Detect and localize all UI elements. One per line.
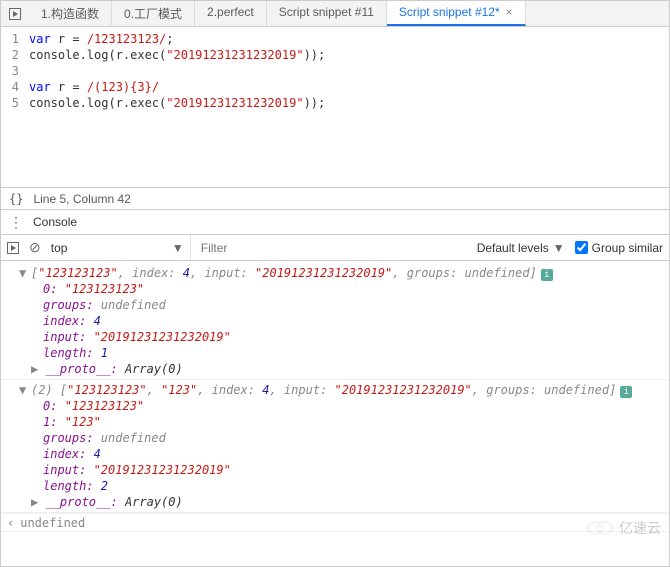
console-drawer-header: ⋮ Console (1, 209, 669, 235)
expand-arrow-icon[interactable]: ▼ (19, 265, 26, 281)
console-object-summary[interactable]: ▼["123123123", index: 4, input: "2019123… (21, 265, 669, 281)
group-similar-label: Group similar (592, 241, 663, 255)
proto-row[interactable]: ▶ __proto__: Array(0) (21, 361, 669, 377)
pretty-print-button[interactable]: {} (9, 192, 23, 206)
editor-tab[interactable]: Script snippet #11 (267, 1, 387, 26)
context-selector[interactable]: top ▼ (51, 235, 191, 260)
input-arrow-icon: › (7, 534, 14, 539)
object-property-row: 0: "123123123" (21, 281, 669, 297)
code-editor[interactable]: 12345 var r = /123123123/;console.log(r.… (1, 27, 669, 187)
object-property-row: groups: undefined (21, 297, 669, 313)
editor-tab[interactable]: 0.工厂模式 (112, 1, 195, 26)
filter-input[interactable] (201, 238, 467, 258)
console-output[interactable]: ▼["123123123", index: 4, input: "2019123… (1, 261, 669, 538)
object-property-row: length: 1 (21, 345, 669, 361)
console-object-summary[interactable]: ▼(2) ["123123123", "123", index: 4, inpu… (21, 382, 669, 398)
chevron-down-icon: ▼ (553, 241, 565, 255)
editor-tabs-bar: 1.构造函数0.工厂模式2.perfectScript snippet #11S… (1, 1, 669, 27)
object-property-row: groups: undefined (21, 430, 669, 446)
return-value-row: ‹ undefined (1, 513, 669, 531)
close-tab-icon[interactable]: × (506, 5, 513, 19)
proto-row[interactable]: ▶ __proto__: Array(0) (21, 494, 669, 510)
output-arrow-icon: ‹ (7, 516, 14, 530)
chevron-down-icon: ▼ (172, 241, 184, 255)
console-toolbar: ⊘ top ▼ Default levels ▼ Group similar (1, 235, 669, 261)
object-property-row: 1: "123" (21, 414, 669, 430)
object-property-row: index: 4 (21, 446, 669, 462)
return-value: undefined (20, 516, 85, 530)
group-similar-checkbox[interactable]: Group similar (575, 241, 663, 255)
editor-tab[interactable]: 1.构造函数 (29, 1, 112, 26)
log-levels-selector[interactable]: Default levels ▼ (477, 241, 565, 255)
expand-arrow-icon[interactable]: ▼ (19, 382, 26, 398)
object-property-row: 0: "123123123" (21, 398, 669, 414)
console-tab[interactable]: Console (33, 215, 77, 229)
drawer-menu-icon[interactable]: ⋮ (9, 214, 23, 231)
levels-label: Default levels (477, 241, 549, 255)
console-prompt[interactable]: › (1, 531, 669, 538)
status-bar: {} Line 5, Column 42 (1, 187, 669, 209)
object-property-row: index: 4 (21, 313, 669, 329)
cursor-position: Line 5, Column 42 (33, 192, 130, 206)
object-property-row: input: "20191231231232019" (21, 329, 669, 345)
clear-console-button[interactable]: ⊘ (29, 239, 41, 256)
context-label: top (51, 241, 68, 255)
object-property-row: length: 2 (21, 478, 669, 494)
code-content[interactable]: var r = /123123123/;console.log(r.exec("… (23, 27, 669, 187)
watermark: 亿速云 (587, 518, 661, 538)
line-gutter: 12345 (1, 27, 23, 187)
editor-tab[interactable]: 2.perfect (195, 1, 267, 26)
info-icon[interactable]: i (620, 386, 632, 398)
run-snippet-button[interactable] (5, 5, 25, 23)
play-icon[interactable] (7, 242, 19, 254)
editor-tab[interactable]: Script snippet #12*× (387, 1, 526, 26)
object-property-row: input: "20191231231232019" (21, 462, 669, 478)
group-similar-input[interactable] (575, 241, 588, 254)
info-icon[interactable]: i (541, 269, 553, 281)
